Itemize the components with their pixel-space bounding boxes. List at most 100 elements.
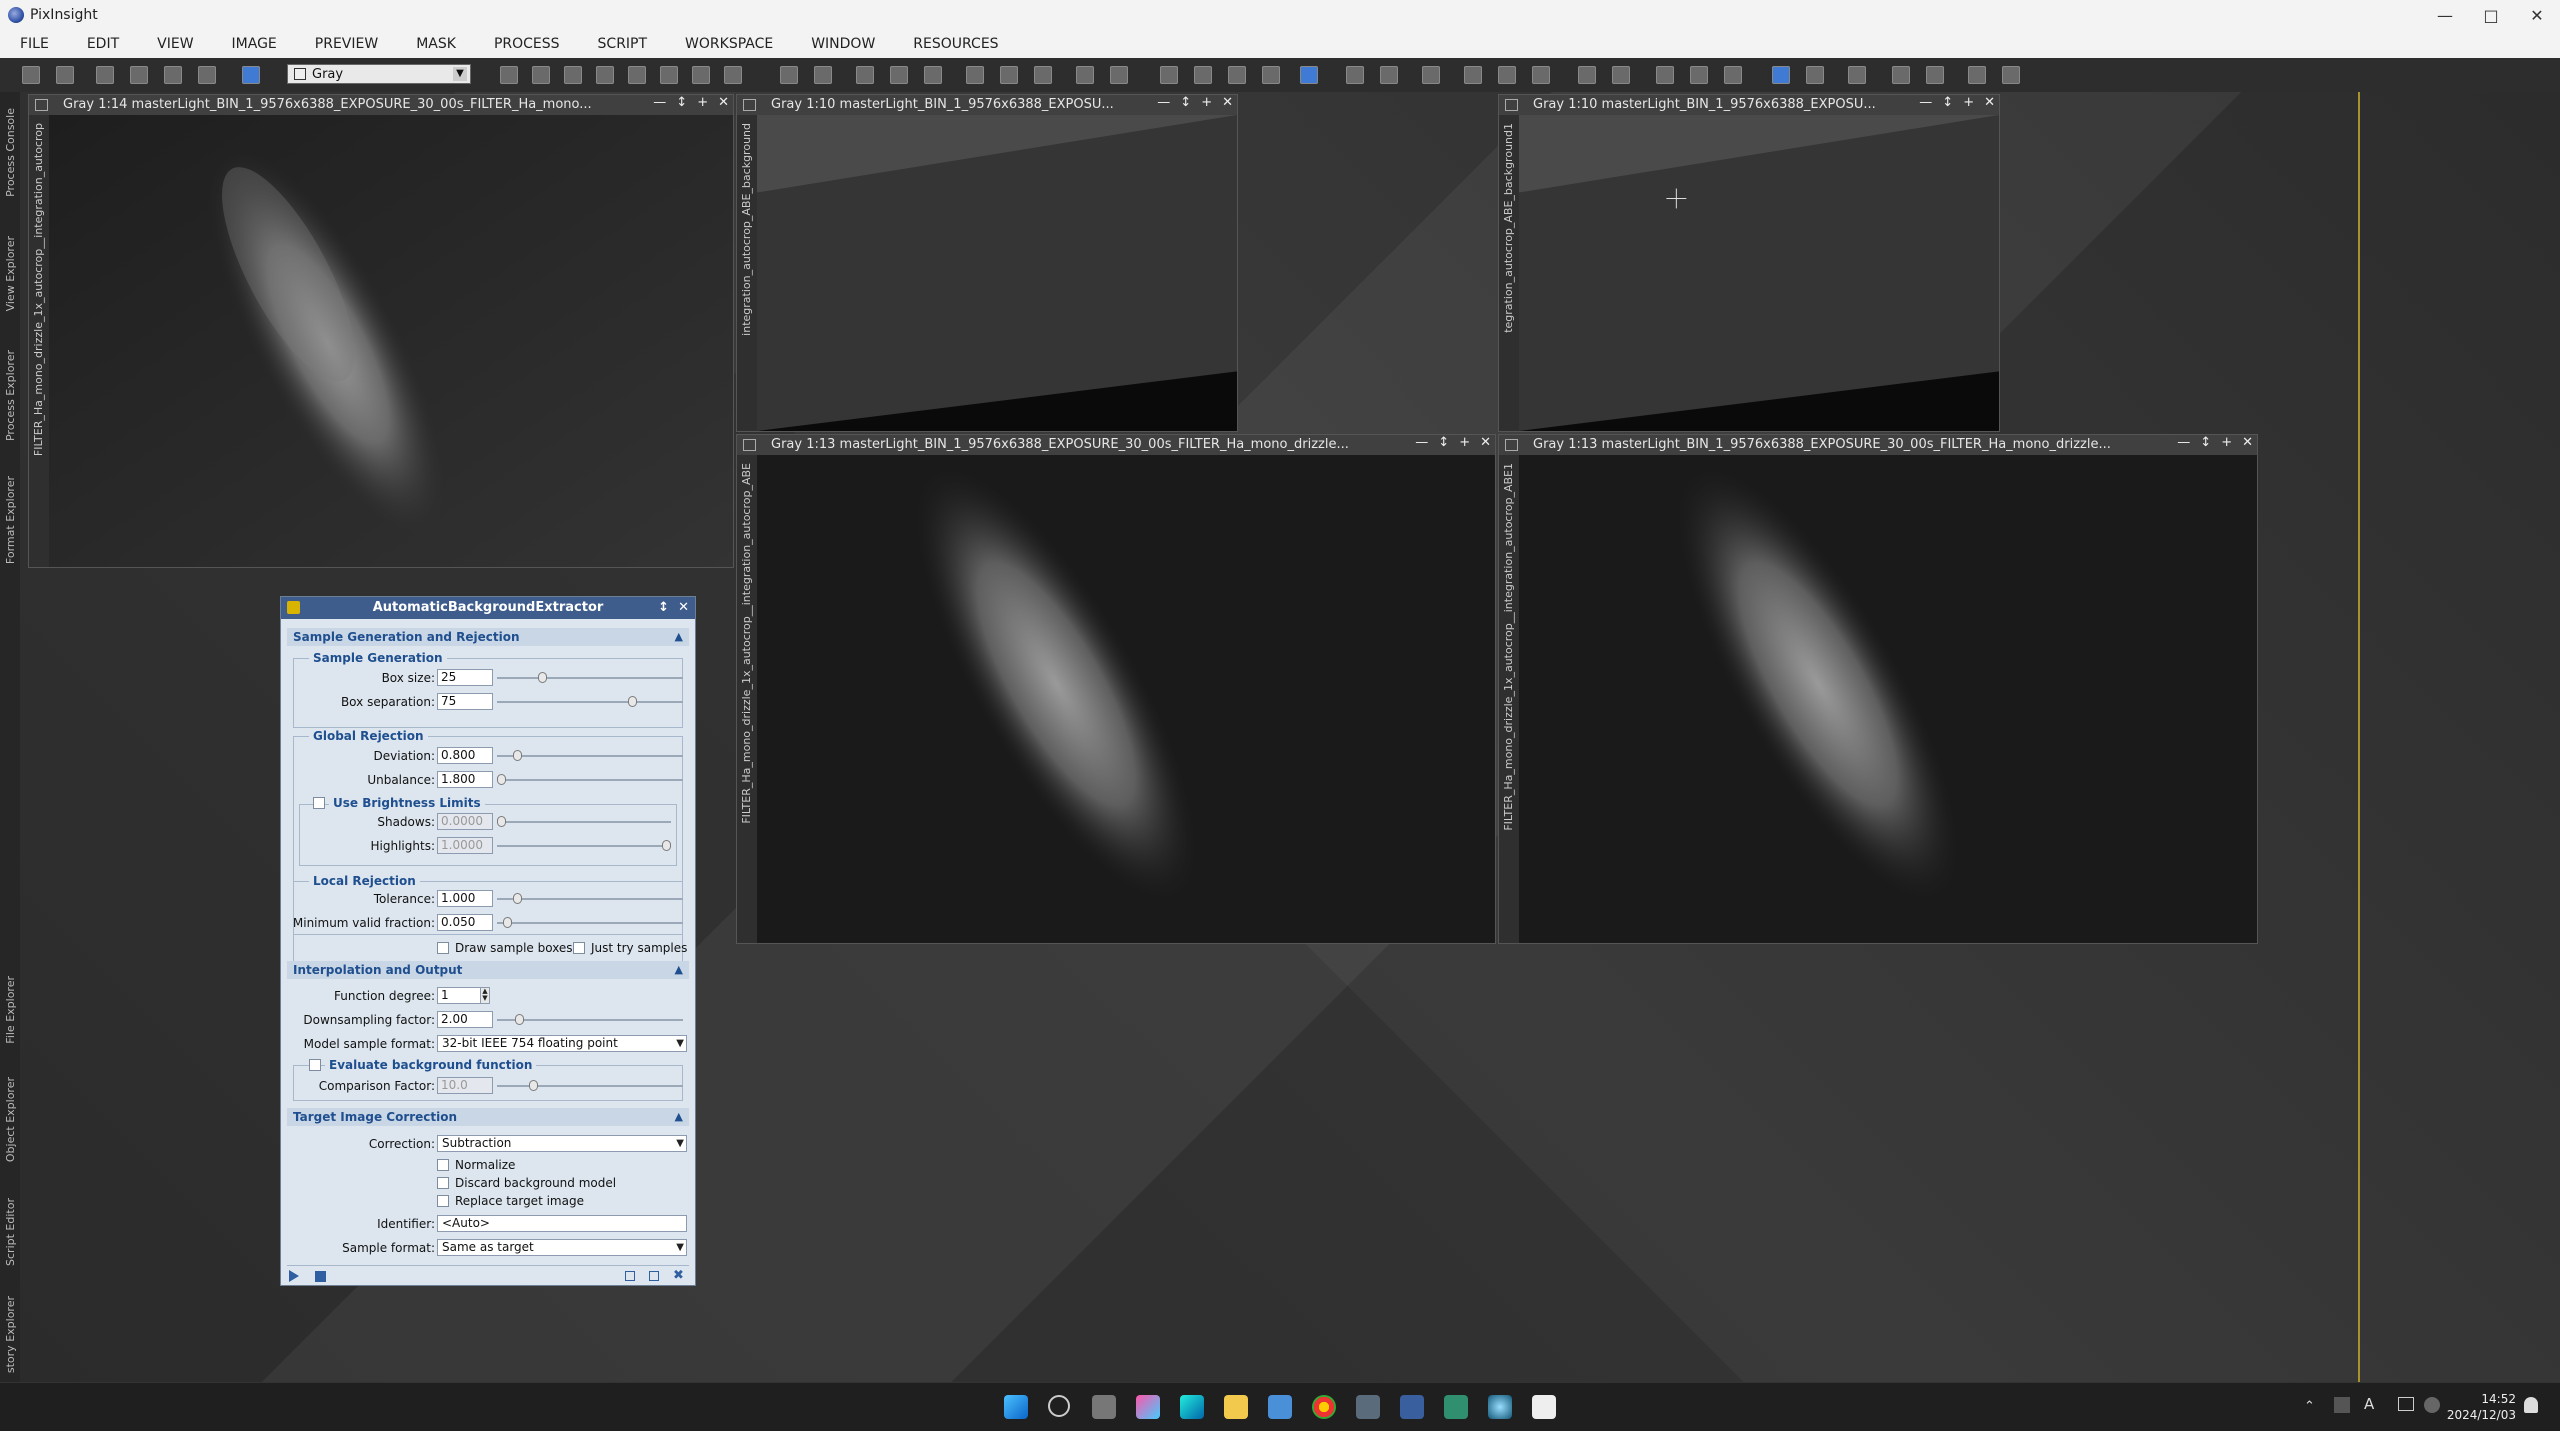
apply-global-icon[interactable] — [315, 1271, 326, 1282]
layout-3-icon[interactable] — [1656, 66, 1674, 84]
image-window-5[interactable]: Gray 1:13 masterLight_BIN_1_9576x6388_EX… — [1498, 434, 2258, 944]
shade-icon[interactable]: ↕ — [1180, 95, 1191, 115]
function-degree-input[interactable]: 1 — [437, 987, 481, 1004]
tab-format-explorer[interactable]: Format Explorer — [0, 468, 20, 572]
minimize-icon[interactable]: — — [1415, 435, 1428, 455]
tolerance-input[interactable]: 1.000 — [437, 890, 493, 907]
minimize-icon[interactable]: — — [1919, 95, 1932, 115]
collapse-icon[interactable]: ▲ — [675, 628, 683, 646]
process-2-icon[interactable] — [1380, 66, 1398, 84]
process-6-icon[interactable] — [1532, 66, 1550, 84]
stf-icon[interactable] — [1300, 66, 1318, 84]
tolerance-slider[interactable] — [497, 893, 683, 904]
process-5-icon[interactable] — [1498, 66, 1516, 84]
box-size-slider[interactable] — [497, 672, 683, 683]
menu-window[interactable]: WINDOW — [791, 36, 893, 52]
mask-2-icon[interactable] — [1194, 66, 1212, 84]
slider-knob[interactable] — [515, 1014, 524, 1025]
color-space-icon[interactable] — [242, 66, 260, 84]
image-canvas[interactable] — [1519, 455, 2257, 943]
section-target-image-correction[interactable]: Target Image Correction ▲ — [287, 1108, 689, 1126]
undo-icon[interactable] — [22, 66, 40, 84]
chevron-down-icon[interactable]: ▼ — [453, 67, 467, 81]
image-canvas[interactable] — [757, 455, 1495, 943]
use-brightness-limits-checkbox[interactable] — [313, 797, 325, 809]
zoom-out-icon[interactable] — [814, 66, 832, 84]
select-icon[interactable] — [660, 66, 678, 84]
zoom-3-icon[interactable] — [924, 66, 942, 84]
slider-knob[interactable] — [497, 774, 506, 785]
collapse-icon[interactable]: ▲ — [675, 961, 683, 979]
real-time-preview-icon[interactable] — [649, 1271, 659, 1281]
close-icon[interactable]: ✕ — [2514, 0, 2560, 30]
menu-file[interactable]: FILE — [0, 36, 67, 52]
process-3-icon[interactable] — [1422, 66, 1440, 84]
chevron-down-icon[interactable]: ▼ — [676, 1036, 684, 1051]
chevron-down-icon[interactable]: ▼ — [676, 1240, 684, 1255]
display-icon[interactable] — [2398, 1397, 2414, 1411]
edge-icon[interactable] — [1180, 1395, 1204, 1419]
highlights-slider[interactable] — [497, 840, 671, 851]
comparison-factor-input[interactable]: 10.0 — [437, 1077, 493, 1094]
reset-icon[interactable]: ✖ — [673, 1268, 684, 1283]
pointer-icon[interactable] — [724, 66, 742, 84]
minimize-icon[interactable]: — — [2177, 435, 2190, 455]
deviation-input[interactable]: 0.800 — [437, 747, 493, 764]
shade-icon[interactable]: ↕ — [658, 600, 669, 615]
deviation-slider[interactable] — [497, 750, 683, 761]
chevron-down-icon[interactable]: ▼ — [676, 1136, 684, 1151]
center-icon[interactable] — [596, 66, 614, 84]
minimize-icon[interactable]: — — [653, 95, 666, 115]
tab-view-explorer[interactable]: View Explorer — [0, 222, 20, 326]
mask-4-icon[interactable] — [1262, 66, 1280, 84]
just-try-samples-checkbox[interactable] — [573, 942, 585, 954]
maximize-icon[interactable]: + — [697, 95, 708, 115]
readout-icon[interactable] — [692, 66, 710, 84]
maximize-icon[interactable]: + — [1963, 95, 1974, 115]
menu-workspace[interactable]: WORKSPACE — [665, 36, 791, 52]
fit-view-icon[interactable] — [564, 66, 582, 84]
shadows-slider[interactable] — [497, 816, 671, 827]
section-interpolation-output[interactable]: Interpolation and Output ▲ — [287, 961, 689, 979]
tray-chevron-icon[interactable]: ⌃ — [2304, 1399, 2315, 1414]
close-icon[interactable]: ✕ — [678, 600, 689, 615]
maximize-icon[interactable]: + — [2221, 435, 2232, 455]
maximize-icon[interactable]: □ — [2468, 0, 2514, 30]
image-window-4[interactable]: Gray 1:13 masterLight_BIN_1_9576x6388_EX… — [736, 434, 1496, 944]
unbalance-slider[interactable] — [497, 774, 683, 785]
file-explorer-icon[interactable] — [1224, 1395, 1248, 1419]
close-icon[interactable]: ✕ — [1222, 95, 1233, 115]
shade-icon[interactable]: ↕ — [1942, 95, 1953, 115]
slider-knob[interactable] — [662, 840, 671, 851]
refresh-icon[interactable] — [130, 66, 148, 84]
open-icon[interactable] — [96, 66, 114, 84]
highlights-input[interactable]: 1.0000 — [437, 837, 493, 854]
tab-file-explorer[interactable]: File Explorer — [0, 962, 20, 1058]
image-window-3[interactable]: Gray 1:10 masterLight_BIN_1_9576x6388_EX… — [1498, 94, 2000, 432]
volume-icon[interactable] — [2424, 1397, 2440, 1413]
window-1-icon[interactable] — [1076, 66, 1094, 84]
browse-docs-icon[interactable] — [625, 1271, 635, 1281]
normalize-checkbox[interactable] — [437, 1159, 449, 1171]
search-icon[interactable] — [1048, 1395, 1070, 1417]
layout-1-icon[interactable] — [1578, 66, 1596, 84]
process-1-icon[interactable] — [1346, 66, 1364, 84]
screen-3-icon[interactable] — [1848, 66, 1866, 84]
collapse-icon[interactable]: ▲ — [675, 1108, 683, 1126]
zoom-2-icon[interactable] — [890, 66, 908, 84]
network-icon[interactable] — [2334, 1397, 2350, 1413]
menu-mask[interactable]: MASK — [396, 36, 474, 52]
notification-bell-icon[interactable] — [2524, 1397, 2538, 1413]
move-icon[interactable] — [628, 66, 646, 84]
slider-knob[interactable] — [628, 696, 637, 707]
slider-knob[interactable] — [513, 750, 522, 761]
preview-3-icon[interactable] — [1034, 66, 1052, 84]
unbalance-input[interactable]: 1.800 — [437, 771, 493, 788]
spin-arrows-icon[interactable]: ▲ ▼ — [480, 987, 490, 1004]
model-format-select[interactable]: 32-bit IEEE 754 floating point ▼ — [437, 1035, 687, 1052]
minimize-icon[interactable]: — — [2422, 0, 2468, 30]
shade-icon[interactable]: ↕ — [2200, 435, 2211, 455]
calculator-icon[interactable] — [1356, 1395, 1380, 1419]
slider-knob[interactable] — [513, 893, 522, 904]
identifier-input[interactable]: <Auto> — [437, 1215, 687, 1232]
